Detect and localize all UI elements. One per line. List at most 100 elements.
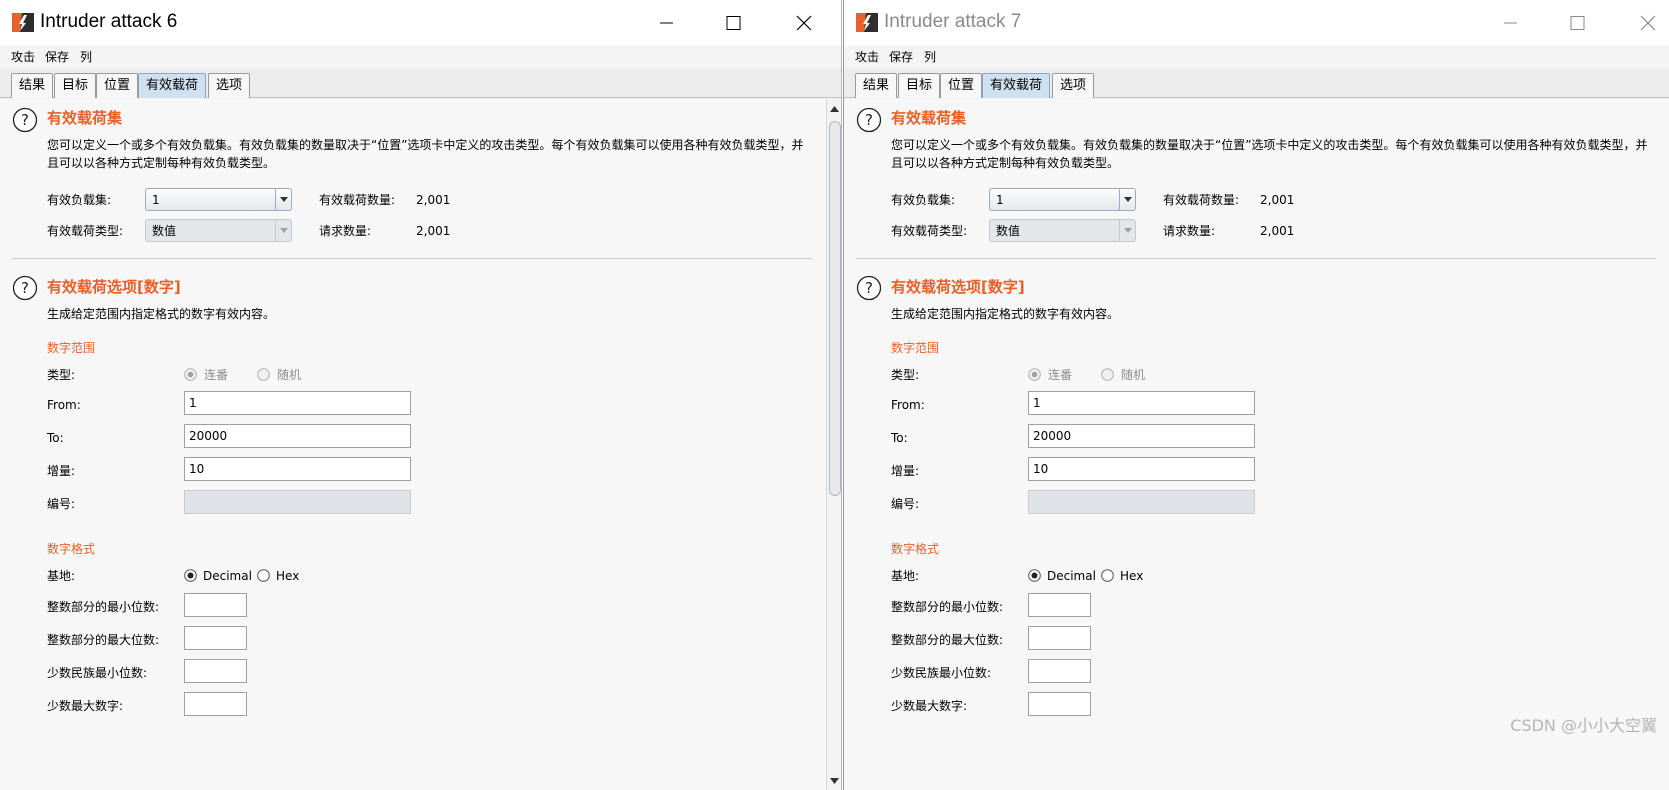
help-icon[interactable]: ? <box>856 107 882 133</box>
range-type-label: 类型: <box>891 368 920 382</box>
number-format-title: 数字格式 <box>891 542 940 556</box>
close-button[interactable] <box>790 10 818 36</box>
payload-set-label: 有效负载集: <box>47 193 112 207</box>
radio-random-label: 随机 <box>1121 368 1146 382</box>
tab-results[interactable]: 结果 <box>855 73 898 98</box>
step-input[interactable]: 10 <box>1028 457 1255 481</box>
payload-options-title: 有效载荷选项[数字] <box>891 278 1025 296</box>
close-icon <box>796 15 812 31</box>
intruder-window-6: Intruder attack 6 攻击 保存 列 结果 目标 位置 有效载荷 … <box>0 0 842 790</box>
vertical-scrollbar[interactable] <box>826 99 841 790</box>
menu-attack[interactable]: 攻击 <box>11 49 35 65</box>
maximize-button[interactable] <box>719 10 747 36</box>
minimize-icon <box>660 22 673 24</box>
title-bar[interactable]: Intruder attack 6 <box>0 0 841 46</box>
tab-options[interactable]: 选项 <box>208 73 251 98</box>
tab-target[interactable]: 目标 <box>54 73 97 98</box>
step-label: 增量: <box>891 464 920 478</box>
radio-sequential-label: 连番 <box>204 368 229 382</box>
how-many-input[interactable] <box>1028 490 1255 514</box>
min-integer-digits-input[interactable] <box>184 593 247 617</box>
menu-attack[interactable]: 攻击 <box>855 49 879 65</box>
how-many-label: 编号: <box>891 497 920 511</box>
radio-sequential[interactable] <box>1028 368 1041 381</box>
payload-type-value: 数值 <box>996 224 1021 238</box>
minimize-button[interactable] <box>1496 10 1524 36</box>
maximize-icon <box>726 16 741 30</box>
payload-type-select[interactable]: 数值 <box>989 219 1136 242</box>
from-input[interactable]: 1 <box>1028 391 1255 415</box>
from-input[interactable]: 1 <box>184 391 411 415</box>
tab-payloads[interactable]: 有效载荷 <box>982 73 1051 98</box>
tab-results[interactable]: 结果 <box>11 73 54 98</box>
radio-sequential-label: 连番 <box>1048 368 1073 382</box>
menu-columns[interactable]: 列 <box>80 49 92 65</box>
tab-options[interactable]: 选项 <box>1052 73 1095 98</box>
radio-sequential[interactable] <box>184 368 197 381</box>
number-range-title: 数字范围 <box>891 341 940 355</box>
max-fraction-digits-input[interactable] <box>1028 692 1091 716</box>
help-icon[interactable]: ? <box>12 275 38 301</box>
tab-positions[interactable]: 位置 <box>940 73 983 98</box>
radio-hex-label: Hex <box>276 569 300 583</box>
min-fraction-digits-input[interactable] <box>184 659 247 683</box>
radio-hex-label: Hex <box>1120 569 1144 583</box>
min-fraction-digits-label: 少数民族最小位数: <box>47 666 148 680</box>
title-bar[interactable]: Intruder attack 7 <box>844 0 1669 46</box>
payload-sets-title: 有效载荷集 <box>891 109 967 127</box>
window-title: Intruder attack 6 <box>40 11 178 32</box>
from-label: From: <box>47 398 81 412</box>
maximize-button[interactable] <box>1563 10 1591 36</box>
scroll-up-icon[interactable] <box>827 102 841 117</box>
radio-decimal[interactable] <box>1028 569 1041 582</box>
tab-payloads[interactable]: 有效载荷 <box>138 73 207 98</box>
number-format-title: 数字格式 <box>47 542 96 556</box>
radio-random[interactable] <box>1101 368 1114 381</box>
max-fraction-digits-label: 少数最大数字: <box>891 699 968 713</box>
tab-target[interactable]: 目标 <box>898 73 941 98</box>
payload-count-label: 有效载荷数量: <box>319 193 396 207</box>
payload-options-description: 生成给定范围内指定格式的数字有效内容。 <box>47 307 276 321</box>
payload-set-value: 1 <box>152 193 160 207</box>
request-count-value: 2,001 <box>416 224 451 238</box>
chevron-down-icon <box>275 189 291 210</box>
payload-type-label: 有效载荷类型: <box>891 224 968 238</box>
radio-decimal-label: Decimal <box>203 569 252 583</box>
min-fraction-digits-input[interactable] <box>1028 659 1091 683</box>
payload-type-value: 数值 <box>152 224 177 238</box>
radio-decimal[interactable] <box>184 569 197 582</box>
radio-hex[interactable] <box>1101 569 1114 582</box>
close-button[interactable] <box>1634 10 1662 36</box>
minimize-button[interactable] <box>652 10 680 36</box>
to-input[interactable]: 20000 <box>1028 424 1255 448</box>
payload-sets-description: 您可以定义一个或多个有效负载集。有效负载集的数量取决于“位置”选项卡中定义的攻击… <box>891 138 1648 170</box>
min-integer-digits-input[interactable] <box>1028 593 1091 617</box>
scroll-down-icon[interactable] <box>827 773 841 788</box>
tab-positions[interactable]: 位置 <box>96 73 139 98</box>
menu-save[interactable]: 保存 <box>889 49 913 65</box>
payload-set-select[interactable]: 1 <box>145 188 292 211</box>
help-icon[interactable]: ? <box>12 107 38 133</box>
range-type-label: 类型: <box>47 368 76 382</box>
menu-bar: 攻击 保存 列 <box>0 46 841 68</box>
menu-save[interactable]: 保存 <box>45 49 69 65</box>
payloads-panel: ? 有效载荷集 您可以定义一个或多个有效负载集。有效负载集的数量取决于“位置”选… <box>844 99 1669 790</box>
max-integer-digits-input[interactable] <box>184 626 247 650</box>
radio-random[interactable] <box>257 368 270 381</box>
how-many-input[interactable] <box>184 490 411 514</box>
step-input[interactable]: 10 <box>184 457 411 481</box>
burp-logo-icon <box>855 10 879 34</box>
radio-hex[interactable] <box>257 569 270 582</box>
payload-count-value: 2,001 <box>416 193 451 207</box>
payload-options-description: 生成给定范围内指定格式的数字有效内容。 <box>891 307 1120 321</box>
max-fraction-digits-input[interactable] <box>184 692 247 716</box>
payload-set-select[interactable]: 1 <box>989 188 1136 211</box>
menu-columns[interactable]: 列 <box>924 49 936 65</box>
payload-type-select[interactable]: 数值 <box>145 219 292 242</box>
scroll-thumb[interactable] <box>829 121 841 496</box>
to-input[interactable]: 20000 <box>184 424 411 448</box>
tab-bar: 结果 目标 位置 有效载荷 选项 <box>0 68 841 98</box>
chevron-down-icon <box>275 220 291 241</box>
max-integer-digits-input[interactable] <box>1028 626 1091 650</box>
help-icon[interactable]: ? <box>856 275 882 301</box>
